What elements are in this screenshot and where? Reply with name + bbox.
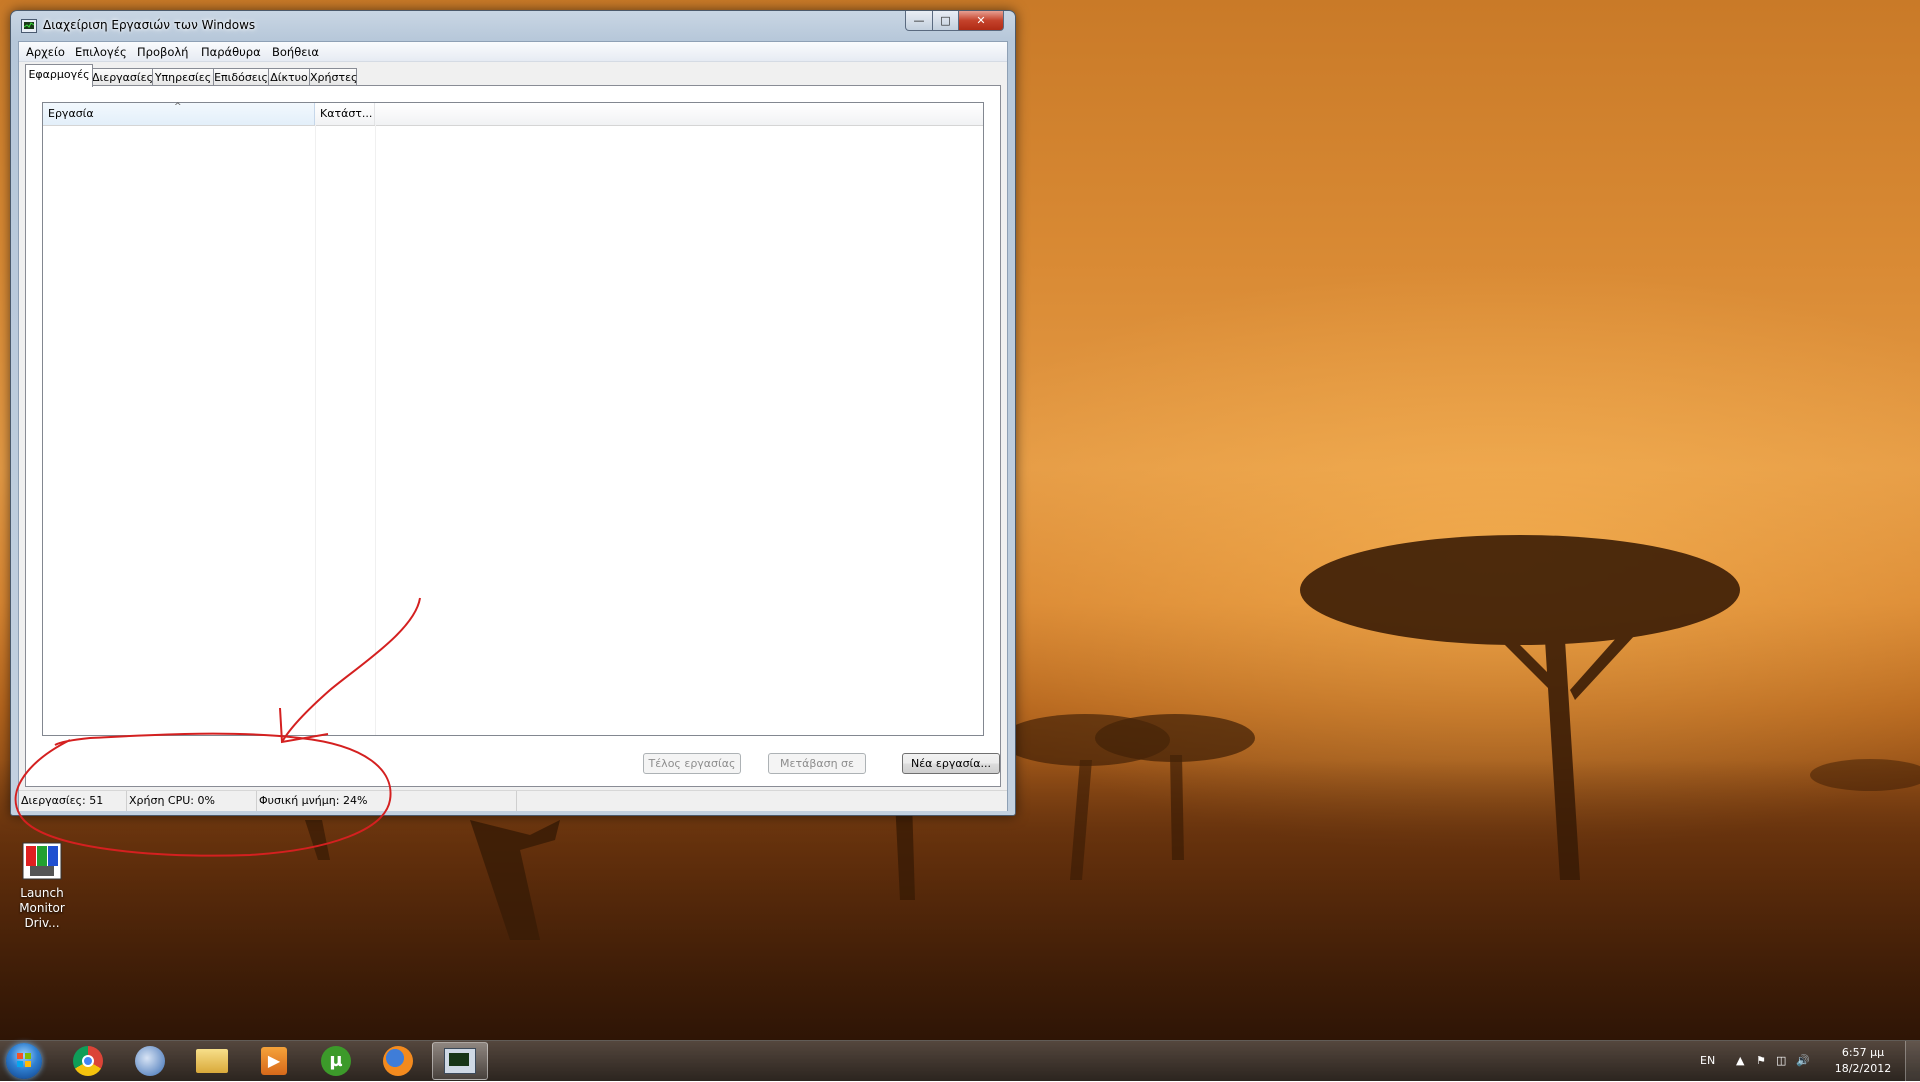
network-icon[interactable]: ◫: [1776, 1041, 1786, 1081]
chrome-icon: [73, 1046, 103, 1076]
task-manager-window: Διαχείριση Εργασιών των Windows — □ ✕ Αρ…: [10, 10, 1016, 816]
media-player-icon: ▶: [261, 1047, 287, 1075]
window-client-area: Αρχείο Επιλογές Προβολή Παράθυρα Βοήθεια…: [18, 41, 1008, 811]
taskbar-utorrent[interactable]: µ: [308, 1042, 364, 1080]
menu-file[interactable]: Αρχείο: [26, 45, 65, 59]
clock-time: 6:57 μμ: [1841, 1046, 1885, 1059]
clock-date: 18/2/2012: [1834, 1062, 1892, 1075]
menu-windows[interactable]: Παράθυρα: [201, 45, 261, 59]
system-tray: EN ▲ ⚑ ◫ 🔊 6:57 μμ 18/2/2012: [1700, 1041, 1920, 1081]
firefox-icon: [383, 1046, 413, 1076]
column-divider: [315, 125, 316, 735]
menu-bar: Αρχείο Επιλογές Προβολή Παράθυρα Βοήθεια: [19, 42, 1007, 62]
tab-users[interactable]: Χρήστες: [309, 68, 358, 86]
explorer-icon: [196, 1049, 228, 1073]
start-button[interactable]: [6, 1043, 42, 1079]
tasks-list[interactable]: ^ Εργασία Κατάστ...: [42, 102, 984, 736]
column-header-status-label: Κατάστ...: [320, 107, 373, 120]
status-processes: Διεργασίες: 51: [19, 791, 127, 811]
column-header-task-label: Εργασία: [48, 107, 94, 120]
menu-view[interactable]: Προβολή: [137, 45, 188, 59]
tab-applications[interactable]: Εφαρμογές: [25, 64, 93, 87]
task-manager-title-icon: [21, 19, 37, 33]
thunderbird-icon: [135, 1046, 165, 1076]
utorrent-icon: µ: [321, 1046, 351, 1076]
action-center-flag-icon[interactable]: ⚑: [1756, 1041, 1766, 1081]
volume-icon[interactable]: 🔊: [1796, 1041, 1810, 1081]
tab-performance[interactable]: Επιδόσεις: [213, 68, 269, 86]
monitor-driver-icon: [20, 840, 64, 884]
sort-ascending-icon: ^: [174, 102, 182, 112]
desktop-icon-label-1: Launch: [20, 886, 64, 900]
column-header-status[interactable]: Κατάστ...: [315, 103, 375, 125]
status-memory: Φυσική μνήμη: 24%: [257, 791, 517, 811]
taskbar-thunderbird[interactable]: [122, 1042, 178, 1080]
tab-processes[interactable]: Διεργασίες: [91, 68, 153, 86]
menu-help[interactable]: Βοήθεια: [272, 45, 319, 59]
end-task-button[interactable]: Τέλος εργασίας: [643, 753, 741, 774]
switch-to-button[interactable]: Μετάβαση σε: [768, 753, 866, 774]
status-cpu: Χρήση CPU: 0%: [127, 791, 257, 811]
window-titlebar[interactable]: Διαχείριση Εργασιών των Windows — □ ✕: [11, 11, 1015, 41]
tab-services[interactable]: Υπηρεσίες: [152, 68, 214, 86]
windows-logo-icon: [17, 1053, 31, 1067]
minimize-button[interactable]: —: [905, 11, 933, 31]
clock[interactable]: 6:57 μμ 18/2/2012: [1828, 1045, 1898, 1077]
taskbar-firefox[interactable]: [370, 1042, 426, 1080]
new-task-button[interactable]: Νέα εργασία...: [902, 753, 1000, 774]
list-header: ^ Εργασία Κατάστ...: [43, 102, 983, 126]
maximize-icon: □: [940, 14, 951, 27]
minimize-icon: —: [913, 14, 925, 27]
show-hidden-icons-chevron-icon[interactable]: ▲: [1736, 1041, 1744, 1081]
maximize-button[interactable]: □: [932, 11, 959, 31]
task-manager-icon: [444, 1048, 476, 1074]
column-divider: [375, 125, 376, 735]
desktop-shortcut-launch-monitor-driver[interactable]: Launch Monitor Driv...: [4, 840, 80, 931]
close-icon: ✕: [976, 14, 986, 27]
language-indicator[interactable]: EN: [1700, 1041, 1715, 1081]
taskbar-explorer[interactable]: [184, 1042, 240, 1080]
window-title: Διαχείριση Εργασιών των Windows: [43, 18, 256, 32]
desktop-icon-label-2: Monitor Driv...: [19, 901, 65, 930]
menu-options[interactable]: Επιλογές: [75, 45, 127, 59]
tab-networking[interactable]: Δίκτυο: [268, 68, 310, 86]
taskbar: ▶ µ EN ▲ ⚑ ◫ 🔊 6:57 μμ 18/2/2012: [0, 1040, 1920, 1081]
column-header-task[interactable]: ^ Εργασία: [43, 102, 315, 125]
taskbar-media-player[interactable]: ▶: [246, 1042, 302, 1080]
show-desktop-button[interactable]: [1905, 1041, 1920, 1081]
tab-strip: Εφαρμογές Διεργασίες Υπηρεσίες Επιδόσεις…: [19, 64, 1007, 87]
taskbar-chrome[interactable]: [60, 1042, 116, 1080]
close-button[interactable]: ✕: [958, 11, 1004, 31]
taskbar-task-manager[interactable]: [432, 1042, 488, 1080]
applications-tab-panel: ^ Εργασία Κατάστ... Τέλος εργασίας Μετάβ…: [25, 85, 1001, 787]
status-bar: Διεργασίες: 51 Χρήση CPU: 0% Φυσική μνήμ…: [19, 790, 1007, 811]
